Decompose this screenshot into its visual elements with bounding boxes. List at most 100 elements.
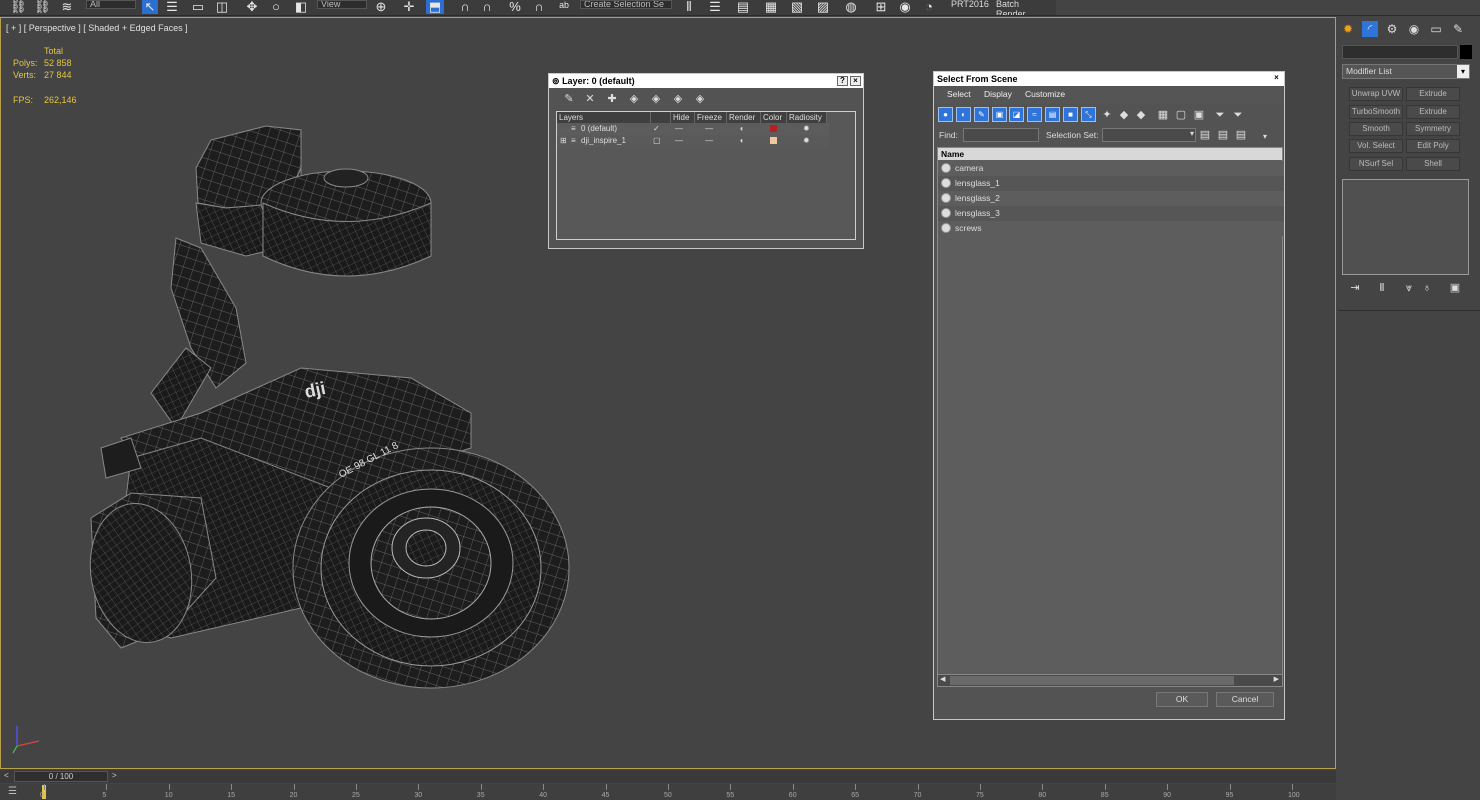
bind-space-warp-icon[interactable]: ≋ (58, 0, 76, 14)
create-tab-icon[interactable]: ✹ (1340, 21, 1356, 37)
list-item[interactable]: lensglass_2 (938, 191, 1284, 206)
containers-filter-icon[interactable]: ✦ (1100, 108, 1114, 122)
scrollbar-thumb[interactable] (950, 676, 1234, 685)
menu-display[interactable]: Display (984, 87, 1012, 102)
bones-filter-icon[interactable]: ⤡ (1081, 107, 1096, 122)
pin-stack-icon[interactable]: ⇥ (1348, 281, 1362, 295)
remove-set-icon[interactable]: ▤ (1216, 128, 1230, 142)
create-set-icon[interactable]: ▤ (1198, 128, 1212, 142)
filter-icon[interactable]: ⏷ (1213, 108, 1227, 122)
material-editor-icon[interactable]: ◍ (842, 0, 860, 14)
motion-tab-icon[interactable]: ◉ (1406, 21, 1422, 37)
layer-row[interactable]: ⊞ ≡ dji_inspire_1 ▢ — — ◖ ✹ (557, 135, 829, 147)
delete-layer-icon[interactable]: ✕ (583, 92, 597, 106)
rect-selection-icon[interactable]: ▭ (190, 0, 206, 14)
align-icon[interactable]: ☰ (706, 0, 724, 14)
next-frame-button[interactable]: > (112, 771, 117, 780)
hide-all-icon[interactable]: ◈ (671, 92, 685, 106)
display-tab-icon[interactable]: ▭ (1428, 21, 1444, 37)
named-selection-sets-dropdown[interactable]: Create Selection Se (580, 0, 672, 9)
select-in-layer-icon[interactable]: ◈ (627, 92, 641, 106)
layer-row[interactable]: ≡ 0 (default) ✓ — — ◖ ✹ (557, 123, 829, 135)
list-item[interactable]: camera (938, 161, 1284, 176)
smooth-button[interactable]: Smooth (1349, 122, 1403, 136)
ok-button[interactable]: OK (1156, 692, 1208, 707)
edit-set-icon[interactable]: ▤ (1234, 128, 1248, 142)
helpers-filter-icon[interactable]: ◪ (1009, 107, 1024, 122)
horizontal-scrollbar[interactable]: ◀ ▶ (938, 674, 1282, 686)
freeze-toggle[interactable]: — (705, 135, 713, 146)
hide-toggle[interactable]: — (675, 135, 683, 146)
hidden-filter-icon[interactable]: ◆ (1134, 108, 1148, 122)
cameras-filter-icon[interactable]: ▣ (992, 107, 1007, 122)
select-all-icon[interactable]: ▦ (1156, 108, 1170, 122)
remove-modifier-icon[interactable]: ♁ (1420, 281, 1434, 295)
cancel-button[interactable]: Cancel (1216, 692, 1274, 707)
pivot-center-icon[interactable]: ⊕ (372, 0, 390, 14)
select-invert-icon[interactable]: ▣ (1192, 108, 1206, 122)
scene-object-list[interactable]: Name camera lensglass_1 lensglass_2 lens… (937, 147, 1284, 687)
mini-curve-editor-icon[interactable]: ☰ (8, 786, 17, 797)
vol-select-button[interactable]: Vol. Select (1349, 139, 1403, 153)
close-button[interactable]: × (850, 76, 861, 86)
layer-dialog-titlebar[interactable]: ⊚ Layer: 0 (default) ? × (549, 74, 863, 88)
select-by-name-icon[interactable]: ☰ (164, 0, 180, 14)
select-from-scene-dialog[interactable]: Select From Scene × Select Display Custo… (933, 71, 1285, 720)
name-column-header[interactable]: Name (938, 148, 1282, 160)
modifier-stack[interactable] (1342, 179, 1469, 275)
schematic-view-icon[interactable]: ▨ (814, 0, 832, 14)
reference-coordinate-dropdown[interactable]: View (317, 0, 367, 9)
lights-filter-icon[interactable]: ✎ (974, 107, 989, 122)
select-manipulate-icon[interactable]: ✛ (400, 0, 418, 14)
batch-render-button[interactable]: Batch Render... (996, 0, 1056, 15)
unwrap-uvw-button[interactable]: Unwrap UVW (1349, 87, 1403, 101)
frozen-filter-icon[interactable]: ◆ (1117, 108, 1131, 122)
percent-snap-icon[interactable]: % (506, 0, 524, 14)
highlight-layer-icon[interactable]: ◈ (649, 92, 663, 106)
advanced-filter-icon[interactable]: ⏷ (1231, 108, 1245, 122)
list-item[interactable]: screws (938, 221, 1284, 236)
rotate-icon[interactable]: ○ (268, 0, 284, 14)
selection-filter-dropdown[interactable]: All (86, 0, 136, 9)
select-object-icon[interactable]: ↖ (142, 0, 158, 14)
curve-editor-icon[interactable]: ▧ (788, 0, 806, 14)
object-color-swatch[interactable] (1460, 45, 1472, 59)
close-button[interactable]: × (1271, 74, 1282, 84)
col-hide[interactable]: Hide (671, 112, 695, 123)
render-setup-icon[interactable]: ⊞ (872, 0, 890, 14)
window-crossing-icon[interactable]: ◫ (214, 0, 230, 14)
show-end-result-icon[interactable]: Ⅱ (1375, 281, 1389, 295)
geometry-filter-icon[interactable]: ● (938, 107, 953, 122)
scroll-right-icon[interactable]: ▶ (1274, 675, 1279, 683)
configure-modifier-sets-icon[interactable]: ▣ (1448, 281, 1462, 295)
prt-label[interactable]: PRT2016 (951, 0, 991, 11)
radiosity-icon[interactable]: ✹ (803, 123, 810, 134)
col-render[interactable]: Render (727, 112, 761, 123)
timeline-ruler[interactable]: ☰ 0 5 10 15 20 25 30 35 40 45 50 55 60 65 70 75 80 85 90 95… (0, 784, 1336, 800)
col-blank[interactable] (651, 112, 671, 123)
make-unique-icon[interactable]: ⩔ (1402, 281, 1416, 295)
menu-customize[interactable]: Customize (1025, 87, 1065, 102)
prev-frame-button[interactable]: < (4, 771, 9, 780)
symmetry-button[interactable]: Symmetry (1406, 122, 1460, 136)
render-teapot-icon[interactable]: ◖ (739, 135, 744, 146)
move-icon[interactable]: ✥ (244, 0, 260, 14)
scale-icon[interactable]: ◧ (292, 0, 310, 14)
groups-filter-icon[interactable]: ▤ (1045, 107, 1060, 122)
mirror-icon[interactable]: ⫴ (680, 0, 698, 14)
menu-select[interactable]: Select (947, 87, 971, 102)
extrude-button[interactable]: Extrude (1406, 87, 1460, 101)
modifier-list-dropdown[interactable]: Modifier List ▾ (1342, 64, 1470, 79)
utilities-tab-icon[interactable]: ✎ (1450, 21, 1466, 37)
current-layer-check-icon[interactable]: ✓ (653, 123, 660, 134)
layer-name[interactable]: dji_inspire_1 (581, 135, 626, 146)
freeze-toggle[interactable]: — (705, 123, 713, 134)
time-slider[interactable]: < 0 / 100 > (0, 770, 1336, 783)
select-none-icon[interactable]: ▢ (1174, 108, 1188, 122)
frame-indicator[interactable]: 0 / 100 (14, 771, 108, 782)
col-radiosity[interactable]: Radiosity (787, 112, 827, 123)
shapes-filter-icon[interactable]: ◐ (956, 107, 971, 122)
camera-model-wireframe[interactable]: dji OE 98 GL 11 8 (1, 18, 601, 718)
scroll-left-icon[interactable]: ◀ (940, 675, 945, 683)
help-button[interactable]: ? (837, 76, 848, 86)
